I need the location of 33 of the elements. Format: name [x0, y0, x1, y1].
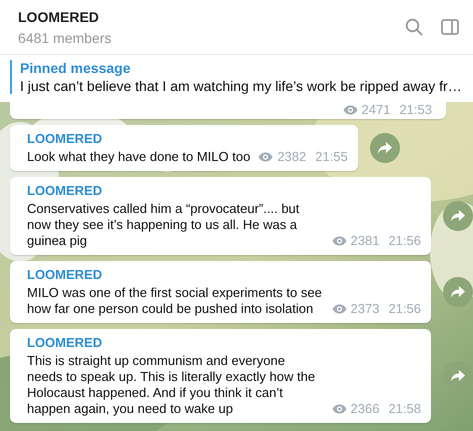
author-name[interactable]: LOOMERED — [27, 131, 348, 147]
pinned-label: Pinned message — [20, 60, 132, 76]
member-count: 6481 members — [18, 30, 112, 46]
message-time: 21:56 — [388, 301, 421, 317]
message-time: 21:56 — [388, 233, 421, 249]
message-text: Look what they have done to MILO too — [27, 149, 250, 165]
message-time: 21:58 — [388, 401, 421, 417]
share-arrow-icon — [451, 286, 465, 298]
eye-icon — [332, 236, 347, 246]
channel-title: LOOMERED — [18, 8, 100, 24]
author-name[interactable]: LOOMERED — [27, 335, 421, 351]
share-arrow-icon — [451, 370, 465, 382]
message-time: 21:53 — [399, 102, 432, 118]
eye-icon — [258, 152, 274, 162]
message-text: Conservatives called him a “provocateur”.... but now they see it’s happening to us all. He was a guinea pig — [27, 201, 300, 249]
eye-icon — [332, 404, 347, 414]
pinned-text: I just can’t believe that I am watching my life’s work be ripped away fr… — [20, 78, 463, 94]
view-count: 2366 — [350, 401, 380, 417]
share-arrow-icon — [451, 210, 465, 222]
view-count: 2471 — [362, 102, 390, 118]
view-count: 2373 — [350, 301, 380, 317]
author-name[interactable]: LOOMERED — [27, 183, 421, 199]
view-count: 2382 — [277, 149, 306, 165]
sidebar-icon[interactable] — [441, 19, 459, 35]
message-text: MILO was one of the first social experiments to see how far one person could be pushed into isolation — [27, 285, 323, 317]
search-icon[interactable] — [405, 18, 423, 36]
author-name[interactable]: LOOMERED — [27, 267, 421, 283]
message-text: This is straight up communism and everyone needs to speak up. This is literally exactly how the Holocaust happened. And if you think it can’t happen again, you need to wake up — [27, 353, 316, 417]
view-count: 2381 — [350, 233, 380, 249]
eye-icon — [332, 304, 347, 314]
eye-icon — [342, 105, 358, 115]
share-arrow-icon — [378, 142, 392, 154]
message-time: 21:55 — [315, 149, 348, 165]
